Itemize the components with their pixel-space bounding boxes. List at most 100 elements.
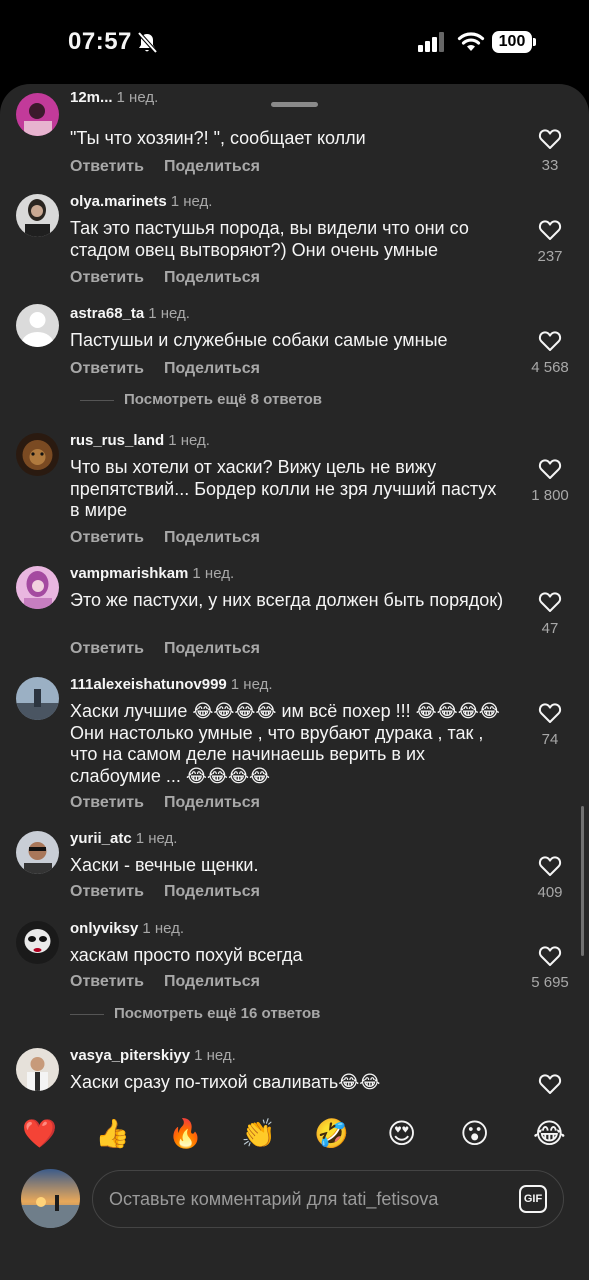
username[interactable]: 111alexeishatunov999 (70, 676, 227, 693)
comment-actions: Ответить Поделиться (70, 529, 280, 547)
heart-icon[interactable] (538, 458, 562, 480)
comment-text: Пастушьи и служебные собаки самые умные (70, 330, 448, 350)
heart-icon[interactable] (538, 330, 562, 352)
avatar[interactable] (16, 831, 59, 874)
heart-icon[interactable] (538, 702, 562, 724)
comment-text: "Ты что хозяин?! ", сообщает колли (70, 128, 366, 148)
status-bar: 07:57 100 (0, 0, 589, 88)
comment-time: 1 нед. (142, 920, 185, 937)
avatar[interactable] (16, 93, 59, 136)
comment-actions: Ответить Поделиться (70, 158, 280, 176)
heart-icon[interactable] (538, 591, 562, 613)
avatar[interactable] (16, 677, 59, 720)
share-button[interactable]: Поделиться (164, 973, 260, 990)
emoji-surprised-button[interactable]: 😮 (460, 1114, 489, 1154)
scrollbar-thumb[interactable] (581, 806, 584, 956)
emoji-heart-eyes-button[interactable]: 😍 (387, 1114, 416, 1154)
reply-button[interactable]: Ответить (70, 269, 144, 286)
comment-text: Так это пастушья порода, вы видели что о… (70, 218, 469, 260)
like-control[interactable]: 409 (525, 855, 575, 901)
reply-button[interactable]: Ответить (70, 360, 144, 377)
avatar[interactable] (16, 304, 59, 347)
like-control[interactable]: 47 (525, 591, 575, 637)
heart-icon[interactable] (538, 855, 562, 877)
sheet-grabber[interactable] (271, 102, 318, 107)
view-more-replies[interactable]: Посмотреть ещё 16 ответов (70, 1005, 320, 1022)
view-more-replies[interactable]: Посмотреть ещё 8 ответов (80, 391, 322, 408)
comment-actions: Ответить Поделиться (70, 360, 280, 378)
username[interactable]: onlyviksy (70, 920, 138, 937)
avatar[interactable] (16, 921, 59, 964)
gif-button[interactable]: GIF (519, 1185, 547, 1213)
comment-meta: yurii_atc 1 нед. (70, 829, 177, 849)
like-count: 4 568 (531, 359, 569, 376)
like-count: 1 800 (531, 487, 569, 504)
quick-emoji-row: ❤️ 👍 🔥 👏 🤣 😍 😮 😂 (0, 1114, 589, 1158)
comment-meta: vampmarishkam 1 нед. (70, 564, 234, 584)
emoji-clap-button[interactable]: 👏 (241, 1114, 276, 1154)
avatar[interactable] (16, 566, 59, 609)
share-button[interactable]: Поделиться (164, 794, 260, 811)
like-control[interactable]: 33 (525, 128, 575, 174)
reply-button[interactable]: Ответить (70, 883, 144, 900)
share-button[interactable]: Поделиться (164, 640, 260, 657)
comment-meta: 12m... 1 нед. (70, 88, 158, 108)
like-control[interactable] (525, 1073, 575, 1095)
heart-icon[interactable] (538, 128, 562, 150)
share-button[interactable]: Поделиться (164, 158, 260, 175)
share-button[interactable]: Поделиться (164, 269, 260, 286)
comment-text: Хаски - вечные щенки. (70, 855, 259, 875)
comment-actions: Ответить Поделиться (70, 269, 280, 287)
emoji-heart-button[interactable]: ❤️ (22, 1114, 57, 1154)
comment-input[interactable]: Оставьте комментарий для tati_fetisova G… (92, 1170, 564, 1228)
comment-time: 1 нед. (194, 1047, 236, 1064)
reply-button[interactable]: Ответить (70, 158, 144, 175)
heart-icon[interactable] (538, 945, 562, 967)
comment-meta: olya.marinets 1 нед. (70, 192, 212, 212)
reply-button[interactable]: Ответить (70, 794, 144, 811)
comment-time: 1 нед. (148, 305, 190, 322)
emoji-fire-button[interactable]: 🔥 (168, 1114, 203, 1154)
comment-input-placeholder: Оставьте комментарий для tati_fetisova (109, 1189, 439, 1209)
comment-text: Хаски лучшие 😂😂😂😂 им всё похер !!! 😂😂😂😂 … (70, 701, 500, 786)
username[interactable]: 12m... (70, 89, 113, 106)
current-user-avatar (21, 1169, 80, 1228)
username[interactable]: rus_rus_land (70, 432, 164, 449)
bell-muted-icon (137, 32, 157, 54)
reply-button[interactable]: Ответить (70, 973, 144, 990)
comment-time: 1 нед. (168, 432, 210, 449)
reply-button[interactable]: Ответить (70, 640, 144, 657)
comment-text: хаскам просто похуй всегда (70, 945, 303, 965)
like-control[interactable]: 4 568 (525, 330, 575, 376)
avatar[interactable] (16, 433, 59, 476)
reply-button[interactable]: Ответить (70, 529, 144, 546)
emoji-laugh-button[interactable]: 😂 (533, 1114, 566, 1154)
comment-time: 1 нед. (230, 676, 273, 693)
like-control[interactable]: 237 (525, 219, 575, 265)
comment-actions: Ответить Поделиться (70, 883, 280, 901)
heart-icon[interactable] (538, 1073, 562, 1095)
username[interactable]: vampmarishkam (70, 565, 188, 582)
username[interactable]: vasya_piterskiyy (70, 1047, 190, 1064)
battery-cap (533, 38, 536, 46)
username[interactable]: yurii_atc (70, 830, 132, 847)
username[interactable]: astra68_ta (70, 305, 144, 322)
avatar[interactable] (16, 194, 59, 237)
like-control[interactable]: 74 (525, 702, 575, 748)
like-control[interactable]: 5 695 (525, 945, 575, 991)
comment-time: 1 нед. (135, 830, 178, 847)
share-button[interactable]: Поделиться (164, 529, 260, 546)
share-button[interactable]: Поделиться (164, 360, 260, 377)
username[interactable]: olya.marinets (70, 193, 167, 210)
more-replies-label[interactable]: Посмотреть ещё 8 ответов (124, 391, 322, 408)
emoji-rofl-button[interactable]: 🤣 (314, 1114, 349, 1154)
avatar[interactable] (16, 1048, 59, 1091)
comment-composer-bar: ❤️ 👍 🔥 👏 🤣 😍 😮 😂 Оставьте комментарий дл… (0, 1100, 589, 1280)
more-replies-label[interactable]: Посмотреть ещё 16 ответов (114, 1005, 320, 1022)
like-control[interactable]: 1 800 (525, 458, 575, 504)
comment-time: 1 нед. (170, 193, 213, 210)
heart-icon[interactable] (538, 219, 562, 241)
emoji-thumbs-up-button[interactable]: 👍 (95, 1114, 130, 1154)
like-count: 33 (541, 157, 559, 174)
share-button[interactable]: Поделиться (164, 883, 260, 900)
